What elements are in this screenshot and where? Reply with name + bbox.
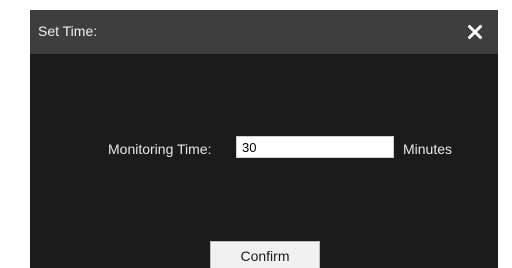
page: Set Time: Monitoring Time: Minutes Confi… xyxy=(0,0,512,268)
minutes-unit-label: Minutes xyxy=(403,141,453,157)
dialog-titlebar: Set Time: xyxy=(30,10,498,54)
monitoring-time-label: Monitoring Time: xyxy=(108,141,212,157)
dialog-title: Set Time: xyxy=(38,23,98,39)
set-time-dialog: Set Time: Monitoring Time: Minutes Confi… xyxy=(30,10,498,268)
confirm-button[interactable]: Confirm xyxy=(210,241,320,268)
monitoring-time-input[interactable] xyxy=(236,136,394,158)
close-icon[interactable] xyxy=(466,23,484,41)
